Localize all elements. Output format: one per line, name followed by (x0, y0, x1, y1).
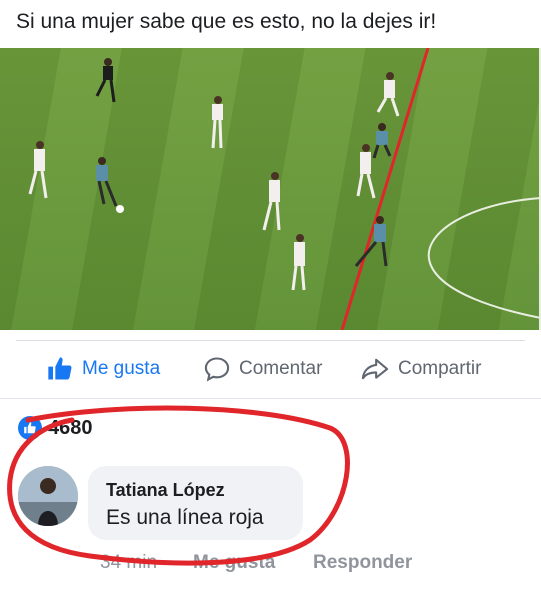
comment-button[interactable]: Comentar (203, 345, 322, 393)
pitch-scene (28, 48, 541, 330)
player-referee (95, 58, 116, 103)
comment-reply-link[interactable]: Responder (313, 552, 412, 574)
comment-author[interactable]: Tatiana López (106, 480, 225, 501)
post-photo-soccer-pitch[interactable] (0, 48, 541, 330)
ball (116, 205, 124, 213)
avatar-photo (18, 466, 78, 526)
comment-bubble: Tatiana López Es una línea roja (88, 466, 303, 540)
comment-label: Comentar (239, 358, 323, 379)
divider (16, 340, 525, 341)
thumbs-up-icon (48, 357, 72, 380)
reactions-summary[interactable]: 4680 (18, 416, 93, 440)
reaction-count: 4680 (48, 416, 93, 439)
share-button[interactable]: Compartir (360, 345, 481, 393)
like-reaction-icon (18, 416, 42, 440)
speech-bubble-icon (204, 357, 230, 382)
share-label: Compartir (398, 358, 482, 379)
avatar[interactable] (18, 466, 78, 526)
penalty-arc (427, 197, 541, 319)
like-label: Me gusta (82, 358, 161, 379)
comment-text: Es una línea roja (106, 506, 264, 529)
players-white (28, 72, 400, 291)
divider (0, 398, 541, 399)
comment-timestamp[interactable]: 34 min (100, 552, 157, 574)
post-actions-bar: Me gusta Comentar Compartir (0, 345, 541, 393)
like-button[interactable]: Me gusta (46, 345, 160, 393)
players-blue (96, 123, 392, 267)
share-arrow-icon (361, 358, 389, 380)
post-caption: Si una mujer sabe que es esto, no la dej… (16, 10, 437, 33)
comment-like-link[interactable]: Me gusta (193, 552, 275, 574)
